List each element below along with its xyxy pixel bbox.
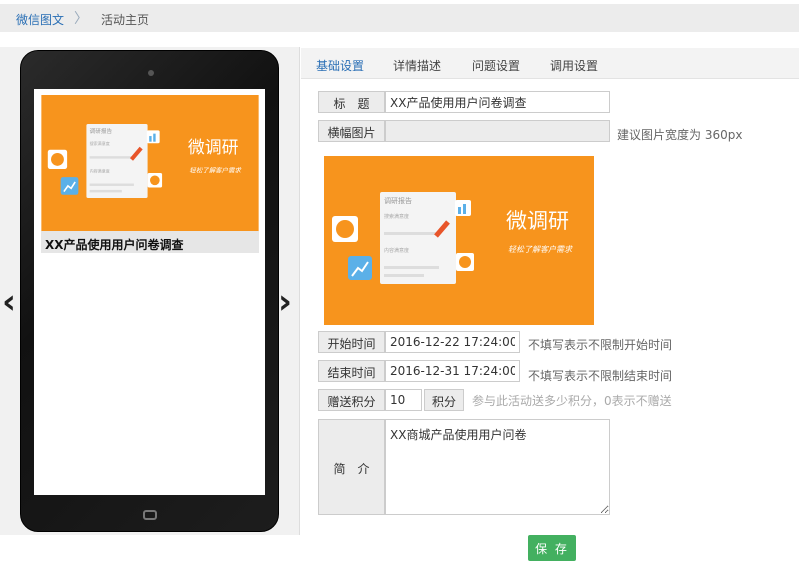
tab-basic-settings[interactable]: 基础设置 xyxy=(316,57,364,74)
end-time-hint: 不填写表示不限制结束时间 xyxy=(528,369,673,383)
tab-question-settings[interactable]: 问题设置 xyxy=(472,57,520,74)
preview-banner-subtitle: 轻松了解客户需求 xyxy=(189,166,242,174)
preview-panel: 调研报告 搜索满意度 内容满意度 微调研 轻松了解客户需求 XX产品使用用户问卷… xyxy=(0,47,300,535)
prev-arrow-icon[interactable]: ‹ xyxy=(2,285,16,319)
points-label: 赠送积分 xyxy=(318,389,385,411)
breadcrumb-current: 活动主页 xyxy=(101,13,150,27)
preview-caption: XX产品使用用户问卷调查 xyxy=(41,231,259,253)
preview-card-row1: 搜索满意度 xyxy=(90,140,110,146)
intro-label: 简 介 xyxy=(318,419,385,515)
banner-image: 调研报告 搜索满意度 内容满意度 微调研 轻松了解客户需求 xyxy=(324,156,594,325)
title-input[interactable] xyxy=(385,91,610,113)
tablet-device-frame: 调研报告 搜索满意度 内容满意度 微调研 轻松了解客户需求 XX产品使用用户问卷… xyxy=(20,50,279,532)
breadcrumb-home-link[interactable]: 微信图文 xyxy=(16,11,64,28)
end-time-input[interactable] xyxy=(385,360,520,382)
start-time-hint: 不填写表示不限制开始时间 xyxy=(528,338,673,352)
home-button-icon xyxy=(143,510,157,520)
breadcrumb: 微信图文 〉 活动主页 xyxy=(0,4,799,32)
tab-detail-description[interactable]: 详情描述 xyxy=(393,57,441,74)
points-hint: 参与此活动送多少积分，0表示不赠送 xyxy=(472,394,672,408)
save-button[interactable]: 保 存 xyxy=(528,535,576,561)
preview-card-row2: 内容满意度 xyxy=(90,167,110,173)
preview-banner-title: 微调研 xyxy=(188,137,239,157)
banner-card-title: 调研报告 xyxy=(384,196,412,205)
banner-subtitle: 轻松了解客户需求 xyxy=(508,245,573,254)
device-screen: 调研报告 搜索满意度 内容满意度 微调研 轻松了解客户需求 XX产品使用用户问卷… xyxy=(34,89,265,495)
banner-hint: 建议图片宽度为 360px xyxy=(617,128,743,142)
start-time-label: 开始时间 xyxy=(318,331,385,353)
banner-title: 微调研 xyxy=(506,209,569,233)
title-label: 标 题 xyxy=(318,91,385,113)
preview-banner-image: 调研报告 搜索满意度 内容满意度 微调研 轻松了解客户需求 xyxy=(41,95,259,231)
end-time-label: 结束时间 xyxy=(318,360,385,382)
camera-icon xyxy=(148,70,154,76)
banner-card-row2: 内容满意度 xyxy=(384,247,409,254)
tab-call-settings[interactable]: 调用设置 xyxy=(550,57,598,74)
points-unit: 积分 xyxy=(424,389,464,411)
preview-card-title: 调研报告 xyxy=(90,127,113,135)
start-time-input[interactable] xyxy=(385,331,520,353)
banner-image-input[interactable] xyxy=(385,120,610,142)
points-input[interactable] xyxy=(385,389,422,411)
banner-card-row1: 搜索满意度 xyxy=(384,213,409,220)
banner-label: 横幅图片 xyxy=(318,120,385,142)
next-arrow-icon[interactable]: › xyxy=(278,285,292,319)
breadcrumb-separator-icon: 〉 xyxy=(74,11,88,27)
intro-textarea[interactable]: XX商城产品使用用户问卷 xyxy=(385,419,610,515)
settings-tabs: 基础设置 详情描述 问题设置 调用设置 xyxy=(301,48,799,79)
